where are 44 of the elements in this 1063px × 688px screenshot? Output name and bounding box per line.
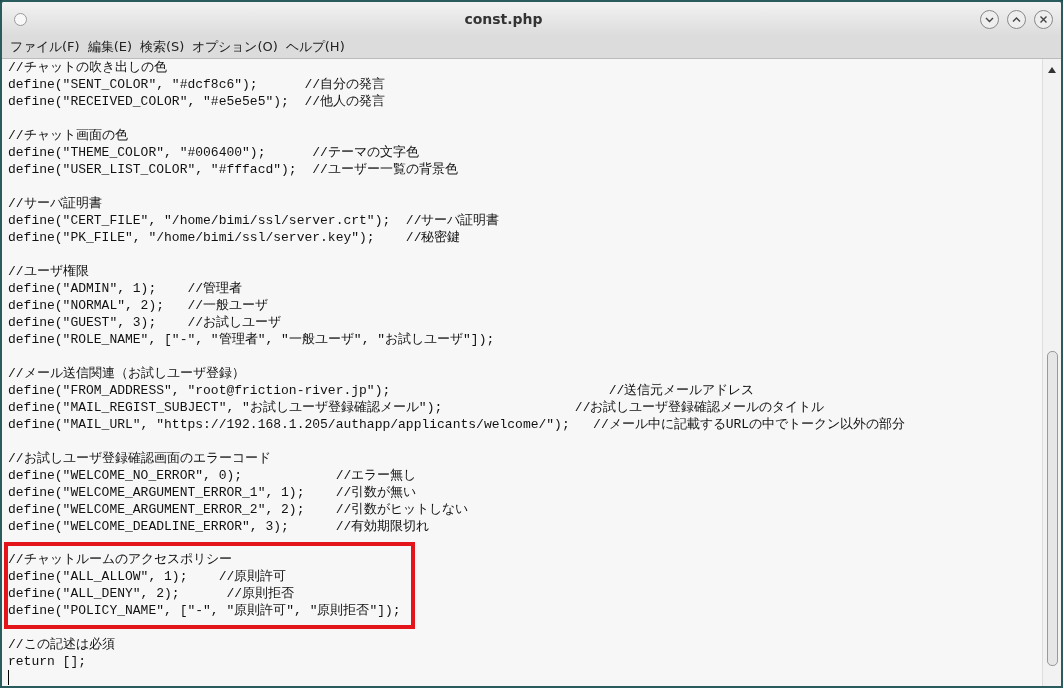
code-line: define("WELCOME_DEADLINE_ERROR", 3); //有効期限切れ: [8, 518, 431, 535]
window-title: const.php: [463, 11, 544, 27]
code-line: //チャットの吹き出しの色: [8, 59, 168, 76]
code-line: define("FROM_ADDRESS", "root@friction-river.jp"); //送信元メールアドレス: [8, 382, 756, 399]
code-line: //サーバ証明書: [8, 195, 103, 212]
code-line: define("MAIL_URL", "https://192.168.1.205/authapp/applicants/welcome/"); //メール中に記載するURLの中でトークン以外の部分: [8, 416, 907, 433]
code-line: define("USER_LIST_COLOR", "#fffacd"); //ユーザー一覧の背景色: [8, 161, 459, 178]
code-line: //チャット画面の色: [8, 127, 129, 144]
menu-item[interactable]: 検索(S): [137, 38, 188, 56]
maximize-button[interactable]: [1007, 9, 1026, 29]
code-line: define("CERT_FILE", "/home/bimi/ssl/server.crt"); //サーバ証明書: [8, 212, 501, 229]
code-line: //お試しユーザ登録確認画面のエラーコード: [8, 450, 272, 467]
code-line: define("NORMAL", 2); //一般ユーザ: [8, 297, 270, 314]
code-line: define("ALL_DENY", 2); //原則拒否: [8, 585, 296, 602]
code-line: define("MAIL_REGIST_SUBJECT", "お試しユーザ登録確認メール"); //お試しユーザ登録確認メールのタイトル: [8, 399, 826, 416]
code-line: define("THEME_COLOR", "#006400"); //テーマの文字色: [8, 144, 420, 161]
code-line: define("ALL_ALLOW", 1); //原則許可: [8, 568, 288, 585]
code-line: return [];: [8, 653, 87, 670]
menu-item[interactable]: オプション(O): [189, 38, 281, 56]
code-line: //メール送信関連（お試しユーザ登録）: [8, 365, 246, 382]
code-line: //この記述は必須: [8, 636, 116, 653]
code-line: define("SENT_COLOR", "#dcf8c6"); //自分の発言: [8, 76, 387, 93]
scrollbar[interactable]: [1042, 59, 1061, 686]
code-line: define("GUEST", 3); //お試しユーザ: [8, 314, 283, 331]
code-line: define("WELCOME_NO_ERROR", 0); //エラー無し: [8, 467, 418, 484]
minimize-button[interactable]: [980, 9, 999, 29]
menu-item[interactable]: ヘルプ(H): [282, 38, 348, 56]
code-line: define("ADMIN", 1); //管理者: [8, 280, 244, 297]
code-line: define("WELCOME_ARGUMENT_ERROR_2", 2); //引数がヒットしない: [8, 501, 470, 518]
code-line: define("WELCOME_ARGUMENT_ERROR_1", 1); //引数が無い: [8, 484, 418, 501]
scroll-up-icon[interactable]: [1048, 67, 1056, 73]
scrollbar-thumb[interactable]: [1046, 351, 1058, 666]
chevron-up-icon: [1012, 14, 1021, 24]
code-line: //チャットルームのアクセスポリシー: [8, 551, 233, 568]
window-menu-icon[interactable]: [14, 12, 27, 26]
close-icon: [1039, 14, 1048, 24]
code-line: //ユーザ権限: [8, 263, 90, 280]
code-line: define("RECEIVED_COLOR", "#e5e5e5"); //他人の発言: [8, 93, 387, 110]
code-line: define("ROLE_NAME", ["-", "管理者", "一般ユーザ", "お試しユーザ"]);: [8, 331, 496, 348]
menu-item[interactable]: 編集(E): [84, 38, 135, 56]
menu-item[interactable]: ファイル(F): [7, 38, 83, 56]
close-button[interactable]: [1034, 9, 1053, 29]
code-line: define("PK_FILE", "/home/bimi/ssl/server.key"); //秘密鍵: [8, 229, 462, 246]
code-line: define("POLICY_NAME", ["-", "原則許可", "原則拒否"]);: [8, 602, 401, 619]
